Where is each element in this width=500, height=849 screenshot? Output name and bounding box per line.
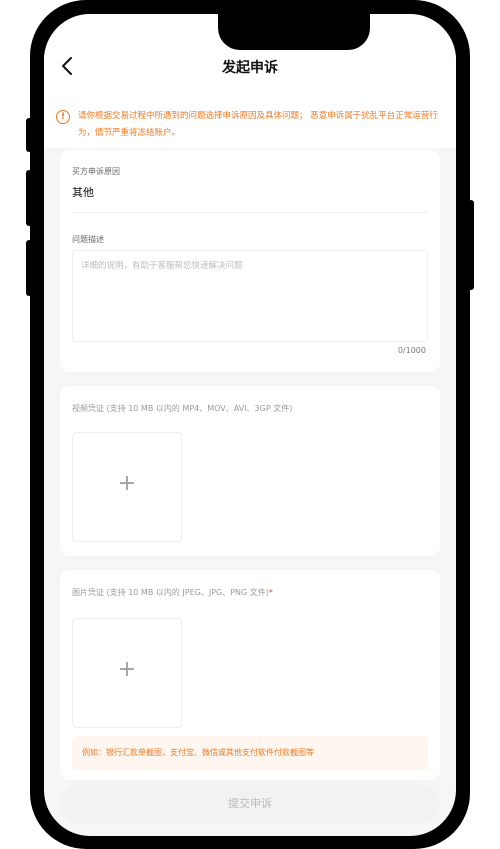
page-title: 发起申诉 [222,60,278,76]
phone-notch [218,14,370,50]
reason-select[interactable]: 其他 [72,184,94,200]
image-evidence-card: 图片凭证 (支持 10 MB 以内的 JPEG、JPG、PNG 文件)* + 例… [60,570,440,780]
description-label: 问题描述 [72,235,104,244]
appeal-form-card: 买方申诉原因 其他 问题描述 详细的说明，有助于客服帮您快速解决问题 0/100… [60,150,440,372]
divider [72,212,428,213]
image-label: 图片凭证 (支持 10 MB 以内的 JPEG、JPG、PNG 文件)* [72,587,273,598]
warning-icon: ! [56,110,70,124]
app-screen: 发起申诉 ! 请你根据交易过程中所遇到的问题选择申诉原因及具体问题； 恶意申诉属… [44,14,456,836]
description-placeholder: 详细的说明，有助于客服帮您快速解决问题 [81,261,243,271]
video-upload-button[interactable]: + [72,432,182,542]
video-label: 视频凭证 (支持 10 MB 以内的 MP4、MOV、AVI、3GP 文件) [72,404,293,413]
phone-side-button [26,170,32,226]
reason-label: 买方申诉原因 [72,167,120,176]
character-counter: 0/1000 [397,346,426,355]
submit-button[interactable]: 提交申诉 [60,784,440,824]
image-example-note: 例如：银行汇款单截图，支付宝、微信或其他支付软件付款截图等 [72,736,428,770]
plus-icon: + [117,657,137,682]
phone-side-button [26,118,32,152]
image-upload-button[interactable]: + [72,618,182,728]
warning-text: 请你根据交易过程中所遇到的问题选择申诉原因及具体问题； 恶意申诉属于扰乱平台正常… [78,111,438,138]
phone-side-button [468,200,474,290]
plus-icon: + [117,471,137,496]
required-mark: * [268,588,273,597]
phone-side-button [26,240,32,296]
video-evidence-card: 视频凭证 (支持 10 MB 以内的 MP4、MOV、AVI、3GP 文件) + [60,386,440,556]
image-label-text: 图片凭证 (支持 10 MB 以内的 JPEG、JPG、PNG 文件) [72,588,269,597]
description-textarea[interactable]: 详细的说明，有助于客服帮您快速解决问题 [72,250,428,342]
